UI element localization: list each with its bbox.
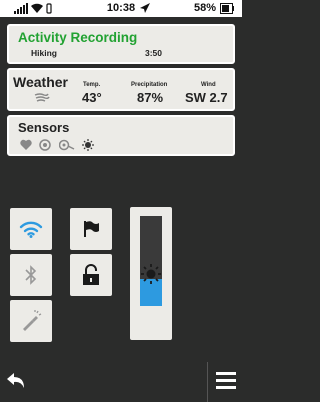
back-arrow-icon	[7, 373, 24, 388]
bluetooth-icon	[25, 265, 37, 285]
cadence-sensor-icon	[59, 139, 75, 151]
activity-recording-card[interactable]: Activity Recording Hiking 3:50	[7, 24, 235, 64]
flashlight-icon	[23, 310, 42, 331]
temperature-sensor-icon	[82, 139, 94, 151]
flag-button[interactable]	[70, 208, 112, 250]
lock-button[interactable]	[70, 254, 112, 296]
sensors-card[interactable]: Sensors	[7, 115, 235, 156]
status-bar: 10:38 58%	[0, 0, 242, 17]
weather-title: Weather	[13, 74, 68, 90]
precip-value: 87%	[137, 90, 164, 105]
activity-type: Hiking	[31, 48, 57, 58]
activity-duration: 3:50	[145, 48, 163, 58]
bluetooth-toggle[interactable]	[10, 254, 52, 296]
heart-rate-icon	[20, 139, 32, 150]
temp-label: Temp.	[83, 82, 101, 88]
wind-value: SW 2.7	[185, 90, 228, 105]
menu-button[interactable]	[208, 362, 242, 402]
weather-card[interactable]: Weather Temp. 43° Precipitation 87% Wind…	[7, 68, 235, 111]
speed-sensor-icon	[39, 139, 51, 151]
wifi-icon	[19, 221, 43, 238]
gps-icon	[140, 3, 150, 13]
wind-cloud-icon	[34, 93, 50, 102]
precip-label: Precipitation	[131, 82, 168, 88]
bottom-bar	[0, 362, 242, 402]
battery-percent: 58%	[194, 2, 217, 14]
brightness-slider[interactable]	[130, 207, 172, 340]
wifi-toggle[interactable]	[10, 208, 52, 250]
back-button[interactable]	[0, 362, 34, 402]
flashlight-toggle[interactable]	[10, 300, 52, 342]
unlock-icon	[83, 264, 99, 285]
activity-title: Activity Recording	[18, 30, 138, 45]
menu-icon	[216, 372, 236, 389]
temp-value: 43°	[82, 90, 102, 105]
brightness-track[interactable]	[140, 216, 162, 306]
brightness-icon	[141, 263, 161, 284]
sensors-title: Sensors	[18, 120, 70, 135]
battery-icon	[220, 3, 234, 14]
wind-label: Wind	[201, 82, 216, 88]
flag-icon	[84, 221, 99, 237]
